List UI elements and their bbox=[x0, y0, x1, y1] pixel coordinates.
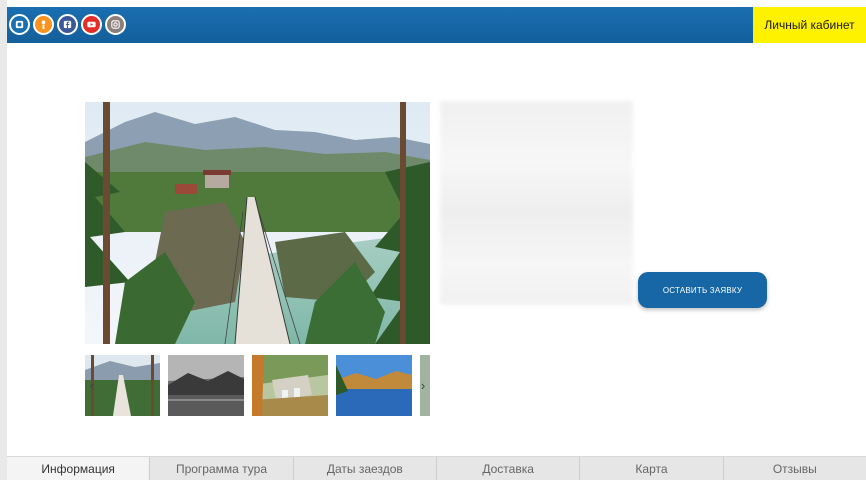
tab-map[interactable]: Карта bbox=[580, 457, 724, 480]
personal-account-button[interactable]: Личный кабинет bbox=[753, 7, 866, 43]
odnoklassniki-icon[interactable] bbox=[33, 14, 54, 35]
social-links bbox=[9, 14, 126, 35]
tab-delivery[interactable]: Доставка bbox=[437, 457, 581, 480]
main-tour-photo[interactable] bbox=[85, 102, 430, 344]
tab-tour-program[interactable]: Программа тура bbox=[150, 457, 294, 480]
top-header-bar: Личный кабинет bbox=[7, 7, 866, 43]
page: Личный кабинет ОСТАВИТЬ ЗАЯВКУ ‹ › Инфор… bbox=[0, 0, 866, 480]
thumbnail-dam[interactable] bbox=[252, 355, 328, 416]
gallery-thumbnails: ‹ › bbox=[85, 355, 430, 416]
tab-information[interactable]: Информация bbox=[7, 457, 151, 480]
instagram-icon[interactable] bbox=[105, 14, 126, 35]
tour-description-blurred bbox=[440, 101, 633, 305]
vk-icon[interactable] bbox=[9, 14, 30, 35]
chevron-left-icon: ‹ bbox=[89, 377, 95, 393]
left-border bbox=[0, 0, 7, 480]
thumbnail-blue-lake[interactable] bbox=[336, 355, 412, 416]
thumbnail-lake-storm[interactable] bbox=[168, 355, 244, 416]
tab-dates[interactable]: Даты заездов bbox=[294, 457, 437, 480]
gallery-next-button[interactable]: › bbox=[416, 375, 430, 395]
facebook-icon[interactable] bbox=[57, 14, 78, 35]
chevron-right-icon: › bbox=[420, 377, 426, 393]
tour-tabs: Информация Программа тура Даты заездов Д… bbox=[7, 456, 866, 480]
gallery-prev-button[interactable]: ‹ bbox=[85, 375, 99, 395]
youtube-icon[interactable] bbox=[81, 14, 102, 35]
leave-request-button[interactable]: ОСТАВИТЬ ЗАЯВКУ bbox=[638, 272, 767, 308]
tab-reviews[interactable]: Отзывы bbox=[724, 457, 866, 480]
